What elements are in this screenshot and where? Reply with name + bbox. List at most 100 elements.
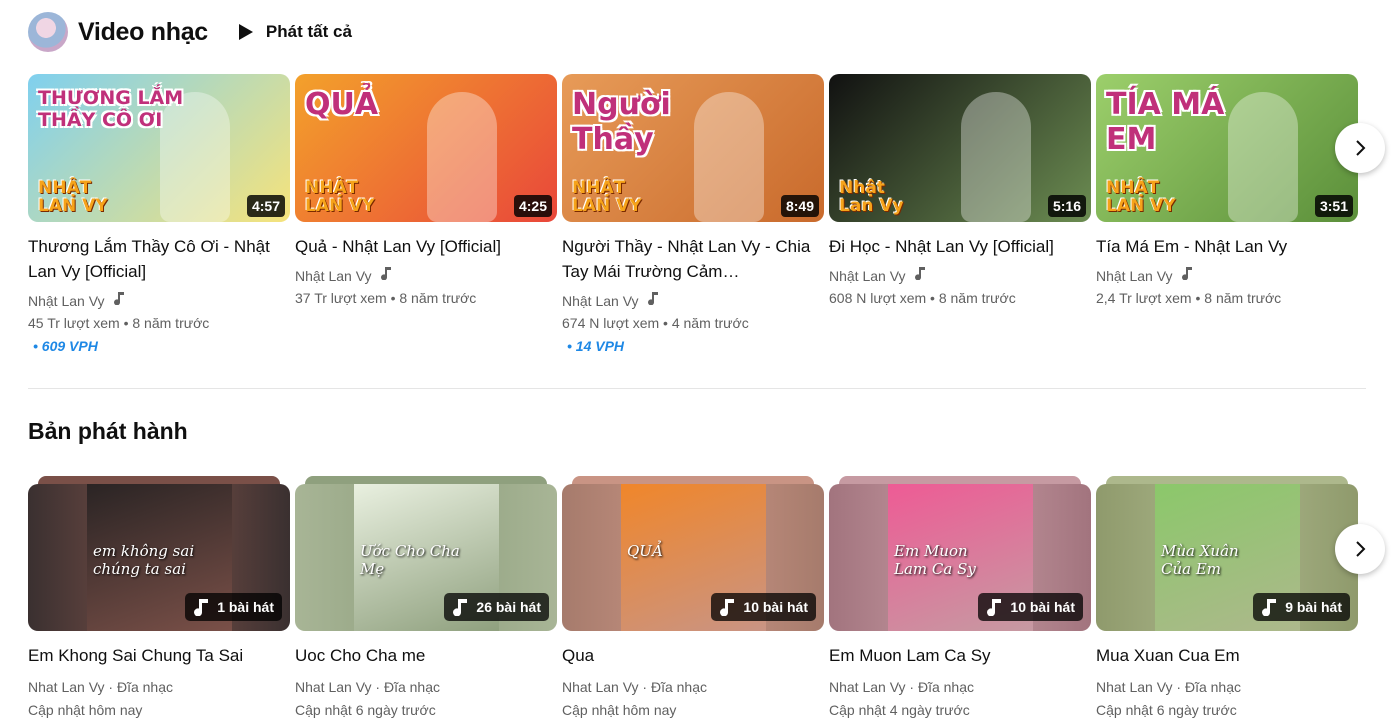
video-stats: 608 N lượt xem • 8 năm trước — [829, 287, 1091, 309]
release-thumbnail[interactable]: QUẢ 10 bài hát — [562, 484, 824, 631]
channel-name[interactable]: Nhật Lan Vy — [562, 290, 639, 312]
song-count: 9 bài hát — [1285, 599, 1342, 615]
video-thumbnail[interactable]: Nhật Lan Vy 5:16 — [829, 74, 1091, 222]
song-count: 10 bài hát — [743, 599, 808, 615]
release-card[interactable]: Mùa Xuân Của Em 9 bài hát Mua Xuan Cua Em N… — [1096, 476, 1358, 722]
release-thumbnail[interactable]: Em Muon Lam Ca Sy 10 bài hát — [829, 484, 1091, 631]
upload-age: 8 năm trước — [132, 315, 210, 331]
song-count: 10 bài hát — [1010, 599, 1075, 615]
release-title[interactable]: Mua Xuan Cua Em — [1096, 643, 1358, 668]
channel-name[interactable]: Nhật Lan Vy — [829, 265, 906, 287]
video-duration: 3:51 — [1314, 195, 1353, 217]
next-releases-button[interactable] — [1335, 524, 1385, 574]
channel-name[interactable]: Nhật Lan Vy — [295, 265, 372, 287]
chevron-right-icon — [1356, 541, 1366, 557]
release-meta: Nhat Lan Vy · Đĩa nhạc Cập nhật 6 ngày tr… — [1096, 676, 1358, 722]
channel-name[interactable]: Nhật Lan Vy — [1096, 265, 1173, 287]
release-title[interactable]: Em Khong Sai Chung Ta Sai — [28, 643, 290, 668]
song-count-badge: 9 bài hát — [1253, 593, 1350, 621]
video-duration: 4:57 — [246, 195, 285, 217]
thumbnail-badge-text: NHẬT LAN VY — [1106, 177, 1176, 217]
music-note-icon — [1181, 265, 1193, 287]
thumbnail-figure — [961, 92, 1031, 222]
video-thumbnail[interactable]: TÍA MÁ EM NHẬT LAN VY 3:51 — [1096, 74, 1358, 222]
video-thumbnail[interactable]: THƯƠNG LẮM THẦY CÔ ƠI NHẬT LAN VY 4:57 — [28, 74, 290, 222]
release-artist-type: Nhat Lan Vy · Đĩa nhạc — [1096, 679, 1242, 695]
video-card[interactable]: TÍA MÁ EM NHẬT LAN VY 3:51 Tía Má Em - Nhật… — [1096, 74, 1358, 358]
releases-row: em không sai chúng ta sai 1 bài hát Em Kho… — [28, 476, 1358, 722]
release-card[interactable]: Em Muon Lam Ca Sy 10 bài hát Em Muon Lam C… — [829, 476, 1091, 722]
video-card[interactable]: Nhật Lan Vy 5:16 Đi Học - Nhật Lan Vy [Off… — [829, 74, 1091, 358]
video-duration: 4:25 — [513, 195, 552, 217]
release-thumbnail[interactable]: Mùa Xuân Của Em 9 bài hát — [1096, 484, 1358, 631]
channel-line: Nhật Lan Vy — [28, 290, 290, 312]
channel-line: Nhật Lan Vy — [1096, 265, 1358, 287]
cover-text: Em Muon Lam Ca Sy — [894, 542, 976, 578]
shelf-title[interactable]: Video nhạc — [78, 18, 208, 47]
release-artist-type: Nhat Lan Vy · Đĩa nhạc — [562, 679, 708, 695]
video-title[interactable]: Đi Học - Nhật Lan Vy [Official] — [829, 234, 1091, 259]
meta-separator: • — [926, 290, 939, 306]
release-thumbnail[interactable]: em không sai chúng ta sai 1 bài hát — [28, 484, 290, 631]
release-meta: Nhat Lan Vy · Đĩa nhạc Cập nhật hôm nay — [562, 676, 824, 722]
song-count: 1 bài hát — [217, 599, 274, 615]
upload-age: 4 năm trước — [671, 315, 749, 331]
thumbnail-badge-text: NHẬT LAN VY — [305, 177, 375, 217]
music-note-icon — [113, 290, 125, 312]
cover-text: em không sai chúng ta sai — [93, 542, 195, 578]
thumbnail-title-text: THƯƠNG LẮM THẦY CÔ ƠI — [38, 87, 184, 131]
release-updated: Cập nhật 6 ngày trước — [1096, 702, 1237, 718]
vph-badge: • 14 VPH — [567, 338, 625, 354]
view-count: 674 N lượt xem — [562, 315, 660, 331]
video-duration: 5:16 — [1047, 195, 1086, 217]
next-videos-button[interactable] — [1335, 123, 1385, 173]
song-count-badge: 10 bài hát — [978, 593, 1083, 621]
video-row: THƯƠNG LẮM THẦY CÔ ƠI NHẬT LAN VY 4:57 Thươ… — [28, 74, 1358, 358]
play-all-button[interactable]: Phát tất cả — [238, 22, 352, 42]
music-note-icon — [380, 265, 392, 287]
video-stats: 45 Tr lượt xem • 8 năm trước — [28, 312, 290, 334]
music-note-icon — [914, 265, 926, 287]
release-updated: Cập nhật 4 ngày trước — [829, 702, 970, 718]
view-count: 37 Tr lượt xem — [295, 290, 387, 306]
thumbnail-title-text: Người Thầy — [572, 87, 671, 157]
song-count-badge: 10 bài hát — [711, 593, 816, 621]
channel-name[interactable]: Nhật Lan Vy — [28, 290, 105, 312]
video-title[interactable]: Tía Má Em - Nhật Lan Vy — [1096, 234, 1358, 259]
shelf-header: Video nhạc Phát tất cả — [28, 12, 352, 52]
upload-age: 8 năm trước — [1204, 290, 1282, 306]
release-updated: Cập nhật 6 ngày trước — [295, 702, 436, 718]
playlist-music-icon — [1261, 598, 1285, 616]
channel-line: Nhật Lan Vy — [562, 290, 824, 312]
releases-title[interactable]: Bản phát hành — [28, 418, 188, 445]
chevron-right-icon — [1356, 140, 1366, 156]
release-title[interactable]: Uoc Cho Cha me — [295, 643, 557, 668]
video-title[interactable]: Quả - Nhật Lan Vy [Official] — [295, 234, 557, 259]
video-title[interactable]: Người Thầy - Nhật Lan Vy - Chia Tay Mái … — [562, 234, 824, 284]
release-title[interactable]: Em Muon Lam Ca Sy — [829, 643, 1091, 668]
meta-separator: • — [1191, 290, 1205, 306]
thumbnail-badge-text: Nhật Lan Vy — [839, 177, 904, 217]
release-thumbnail[interactable]: Ước Cho Cha Mẹ 26 bài hát — [295, 484, 557, 631]
video-stats: 2,4 Tr lượt xem • 8 năm trước — [1096, 287, 1358, 309]
song-count-badge: 26 bài hát — [444, 593, 549, 621]
video-title[interactable]: Thương Lắm Thầy Cô Ơi - Nhật Lan Vy [Off… — [28, 234, 290, 284]
release-card[interactable]: Ước Cho Cha Mẹ 26 bài hát Uoc Cho Cha me Nh… — [295, 476, 557, 722]
video-stats: 674 N lượt xem • 4 năm trước — [562, 312, 824, 334]
playlist-music-icon — [719, 598, 743, 616]
video-card[interactable]: QUẢ NHẬT LAN VY 4:25 Quả - Nhật Lan Vy [Off… — [295, 74, 557, 358]
video-thumbnail[interactable]: QUẢ NHẬT LAN VY 4:25 — [295, 74, 557, 222]
release-card[interactable]: QUẢ 10 bài hát Qua Nhat Lan Vy · Đĩa nhạc Cậ… — [562, 476, 824, 722]
video-card[interactable]: Người Thầy NHẬT LAN VY 8:49 Người Thầy - Nh… — [562, 74, 824, 358]
video-card[interactable]: THƯƠNG LẮM THẦY CÔ ƠI NHẬT LAN VY 4:57 Thươ… — [28, 74, 290, 358]
channel-avatar[interactable] — [28, 12, 68, 52]
release-meta: Nhat Lan Vy · Đĩa nhạc Cập nhật 6 ngày tr… — [295, 676, 557, 722]
release-title[interactable]: Qua — [562, 643, 824, 668]
release-meta: Nhat Lan Vy · Đĩa nhạc Cập nhật hôm nay — [28, 676, 290, 722]
release-card[interactable]: em không sai chúng ta sai 1 bài hát Em Kho… — [28, 476, 290, 722]
video-thumbnail[interactable]: Người Thầy NHẬT LAN VY 8:49 — [562, 74, 824, 222]
song-count: 26 bài hát — [476, 599, 541, 615]
view-count: 2,4 Tr lượt xem — [1096, 290, 1192, 306]
release-updated: Cập nhật hôm nay — [562, 702, 677, 718]
meta-separator: • — [119, 315, 133, 331]
